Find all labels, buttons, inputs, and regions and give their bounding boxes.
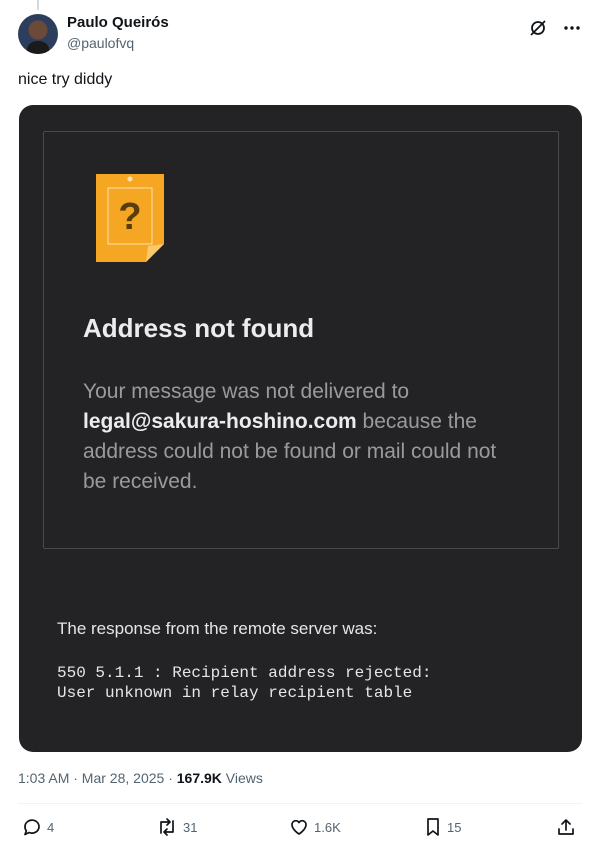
share-button[interactable] [556,817,576,837]
more-options-icon[interactable] [562,18,582,38]
avatar[interactable] [18,14,58,54]
author-handle[interactable]: @paulofvq [67,34,169,53]
repost-count: 31 [183,819,198,835]
bookmark-icon [427,818,439,836]
thread-line [37,0,39,10]
views-label: Views [221,770,263,786]
author-block: Paulo Queirós @paulofvq [67,14,169,53]
like-button[interactable]: 1.6K [289,817,341,837]
server-response-label: The response from the remote server was: [57,619,378,638]
server-code-line-2: User unknown in relay recipient table [57,684,413,702]
views-count: 167.9K [176,770,222,786]
share-icon [558,819,574,835]
message-before: Your message was not delivered to [83,380,410,403]
author-display-name[interactable]: Paulo Queirós [67,14,169,32]
action-bar: 4 31 1.6K 15 [20,817,580,841]
notice-message: Your message was not delivered to legal@… [83,377,523,497]
recipient-address: legal@sakura-hoshino.com [83,410,357,433]
repost-button[interactable]: 31 [156,817,197,837]
tweet-media-image[interactable]: ? Address not found Your message was not… [19,105,582,752]
divider [18,803,582,804]
tweet-text: nice try diddy [18,71,113,88]
bookmark-button[interactable]: 15 [424,817,461,837]
reply-count: 4 [47,819,55,835]
server-code-line-1: 550 5.1.1 : Recipient address rejected: [57,664,432,682]
reply-button[interactable]: 4 [22,817,54,837]
like-count: 1.6K [314,819,341,835]
question-document-icon: ? [96,174,166,269]
tweet-meta: 1:03 AM · Mar 28, 2025 · 167.9K Views [18,770,263,786]
question-mark-glyph: ? [118,196,141,238]
heart-icon [291,819,307,835]
tweet-timestamp[interactable]: 1:03 AM · Mar 28, 2025 · [18,770,177,786]
notice-title: Address not found [83,313,315,343]
bookmark-count: 15 [447,819,462,835]
reply-icon [24,819,40,836]
grok-icon[interactable] [528,18,548,38]
top-actions [528,18,582,38]
repost-icon [160,818,174,836]
bounce-notice-card: ? Address not found Your message was not… [43,131,559,549]
server-response-code: 550 5.1.1 : Recipient address rejected: U… [57,663,431,703]
